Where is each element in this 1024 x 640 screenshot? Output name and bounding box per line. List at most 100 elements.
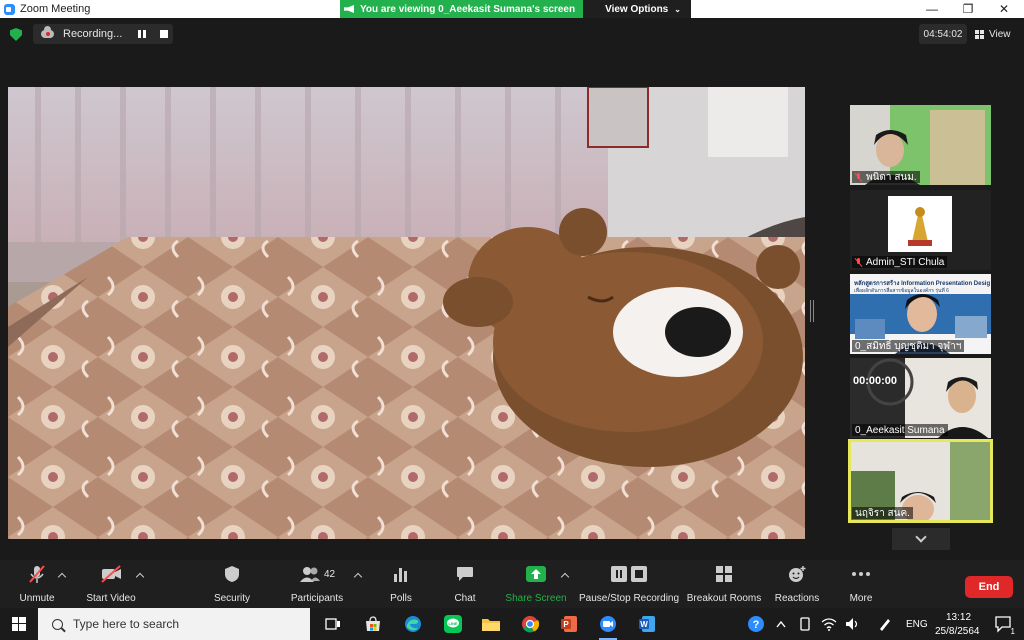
view-button[interactable]: View	[975, 24, 1011, 44]
chevron-down-icon	[915, 531, 927, 543]
pen-ink-icon[interactable]	[872, 612, 898, 636]
polls-label: Polls	[390, 593, 412, 604]
recording-label: Recording...	[63, 28, 123, 40]
security-label: Security	[213, 593, 251, 604]
participant-tile[interactable]: พนิดา สนม.	[850, 105, 991, 185]
video-off-icon	[98, 564, 124, 584]
chat-button[interactable]: Chat	[450, 564, 480, 606]
reactions-button[interactable]: Reactions	[774, 564, 820, 606]
taskbar-search-box[interactable]: Type here to search	[38, 608, 310, 640]
edge-icon[interactable]	[400, 612, 426, 636]
reactions-label: Reactions	[774, 593, 820, 604]
maximize-button[interactable]: ❐	[950, 0, 986, 18]
participants-count: 42	[323, 568, 336, 580]
share-indicator-icon	[344, 5, 354, 13]
participant-tile[interactable]: หลักสูตรการสร้าง Information Presentatio…	[850, 274, 991, 354]
audio-options-caret[interactable]	[57, 572, 67, 582]
zoom-meeting-window: Zoom Meeting You are viewing 0_Aeekasit …	[0, 0, 1024, 640]
pause-stop-recording-button[interactable]: Pause/Stop Recording	[578, 564, 680, 606]
share-screen-label: Share Screen	[505, 593, 567, 604]
participants-label: Participants	[290, 593, 344, 604]
reactions-icon	[784, 564, 810, 584]
start-video-button[interactable]: Start Video	[85, 564, 137, 606]
language-indicator[interactable]: ENG	[906, 619, 928, 630]
participants-icon: 42	[297, 564, 337, 584]
word-icon[interactable]: W	[634, 612, 660, 636]
clock-time[interactable]: 13:12	[946, 612, 971, 623]
breakout-rooms-icon	[711, 564, 737, 584]
participants-button[interactable]: 42 Participants	[290, 564, 344, 606]
participant-tile-active-speaker[interactable]: นฤจิรา สนค.	[848, 439, 993, 523]
device-icon[interactable]	[792, 612, 818, 636]
encryption-shield-icon[interactable]	[10, 28, 22, 41]
svg-text:P: P	[563, 620, 569, 629]
chat-icon	[452, 564, 478, 584]
store-icon[interactable]	[360, 612, 386, 636]
pause-stop-recording-label: Pause/Stop Recording	[578, 593, 680, 604]
chevron-down-icon: ⌄	[674, 4, 681, 14]
pause-stop-recording-icon	[609, 564, 649, 584]
svg-text:?: ?	[753, 619, 760, 631]
polls-icon	[388, 564, 414, 584]
muted-mic-icon	[855, 172, 862, 182]
meeting-timer: 04:54:02	[919, 24, 967, 44]
more-label: More	[849, 593, 873, 604]
title-bar: Zoom Meeting You are viewing 0_Aeekasit …	[0, 0, 1024, 18]
breakout-rooms-label: Breakout Rooms	[686, 593, 762, 604]
participant-name: 0_Aeekasit Sumana	[855, 424, 945, 436]
view-options-label: View Options	[605, 3, 669, 15]
video-options-caret[interactable]	[135, 572, 145, 582]
show-hidden-icons-chevron-up-icon[interactable]	[768, 612, 794, 636]
recording-timer-overlay: 00:00:00	[853, 375, 898, 387]
close-button[interactable]: ✕	[986, 0, 1022, 18]
shield-icon	[219, 564, 245, 584]
view-options-button[interactable]: View Options ⌄	[583, 0, 691, 18]
participants-options-caret[interactable]	[353, 572, 363, 582]
view-label: View	[989, 28, 1011, 40]
line-app-icon[interactable]: LINE	[440, 612, 466, 636]
windows-taskbar: Type here to search LINE P W ? ENG 13:12…	[0, 608, 1024, 640]
slide-subtitle: เพื่อผลักดันการสื่อสารข้อมูลในองค์กร รุ่…	[854, 288, 949, 294]
polls-button[interactable]: Polls	[385, 564, 417, 606]
stop-recording-icon[interactable]	[160, 30, 168, 38]
shared-screen-image	[8, 87, 805, 539]
participant-name: Admin_STI Chula	[866, 256, 945, 268]
notification-center-icon[interactable]: 1	[990, 612, 1016, 636]
security-button[interactable]: Security	[212, 564, 252, 606]
panel-resize-handle[interactable]	[810, 300, 814, 322]
window-title: Zoom Meeting	[20, 3, 91, 15]
pause-recording-icon[interactable]	[138, 30, 146, 38]
chrome-icon[interactable]	[517, 612, 543, 636]
start-button[interactable]	[0, 608, 38, 640]
participants-scroll-down-button[interactable]	[892, 528, 950, 550]
svg-text:W: W	[640, 620, 648, 629]
viewing-text: You are viewing 0_Aeekasit Sumana's scre…	[360, 3, 576, 15]
participant-tile[interactable]: 00:00:00 0_Aeekasit Sumana	[850, 358, 991, 438]
wifi-icon[interactable]	[816, 612, 842, 636]
participant-name: นฤจิรา สนค.	[855, 507, 910, 519]
volume-icon[interactable]	[840, 612, 866, 636]
breakout-rooms-button[interactable]: Breakout Rooms	[686, 564, 762, 606]
chat-label: Chat	[454, 593, 476, 604]
unmute-button[interactable]: Unmute	[17, 564, 57, 606]
shared-screen	[8, 87, 805, 539]
clock-date[interactable]: 25/8/2564	[935, 626, 980, 637]
help-icon[interactable]: ?	[743, 612, 769, 636]
muted-mic-icon	[855, 257, 862, 267]
search-placeholder: Type here to search	[73, 617, 180, 631]
recording-indicator: Recording...	[33, 24, 173, 44]
participant-tile[interactable]: Admin_STI Chula	[850, 190, 991, 270]
file-explorer-icon[interactable]	[478, 612, 504, 636]
end-meeting-button[interactable]: End	[965, 576, 1013, 598]
task-view-icon[interactable]	[320, 612, 346, 636]
share-screen-button[interactable]: Share Screen	[505, 564, 567, 606]
powerpoint-icon[interactable]: P	[556, 612, 582, 636]
zoom-taskbar-icon[interactable]	[595, 612, 621, 640]
unmute-label: Unmute	[19, 593, 55, 604]
minimize-button[interactable]: —	[914, 0, 950, 18]
viewing-indicator: You are viewing 0_Aeekasit Sumana's scre…	[340, 0, 584, 18]
grid-view-icon	[975, 29, 984, 39]
notification-count: 1	[1010, 627, 1015, 636]
viewing-banner: You are viewing 0_Aeekasit Sumana's scre…	[340, 0, 691, 18]
more-button[interactable]: More	[846, 564, 876, 606]
